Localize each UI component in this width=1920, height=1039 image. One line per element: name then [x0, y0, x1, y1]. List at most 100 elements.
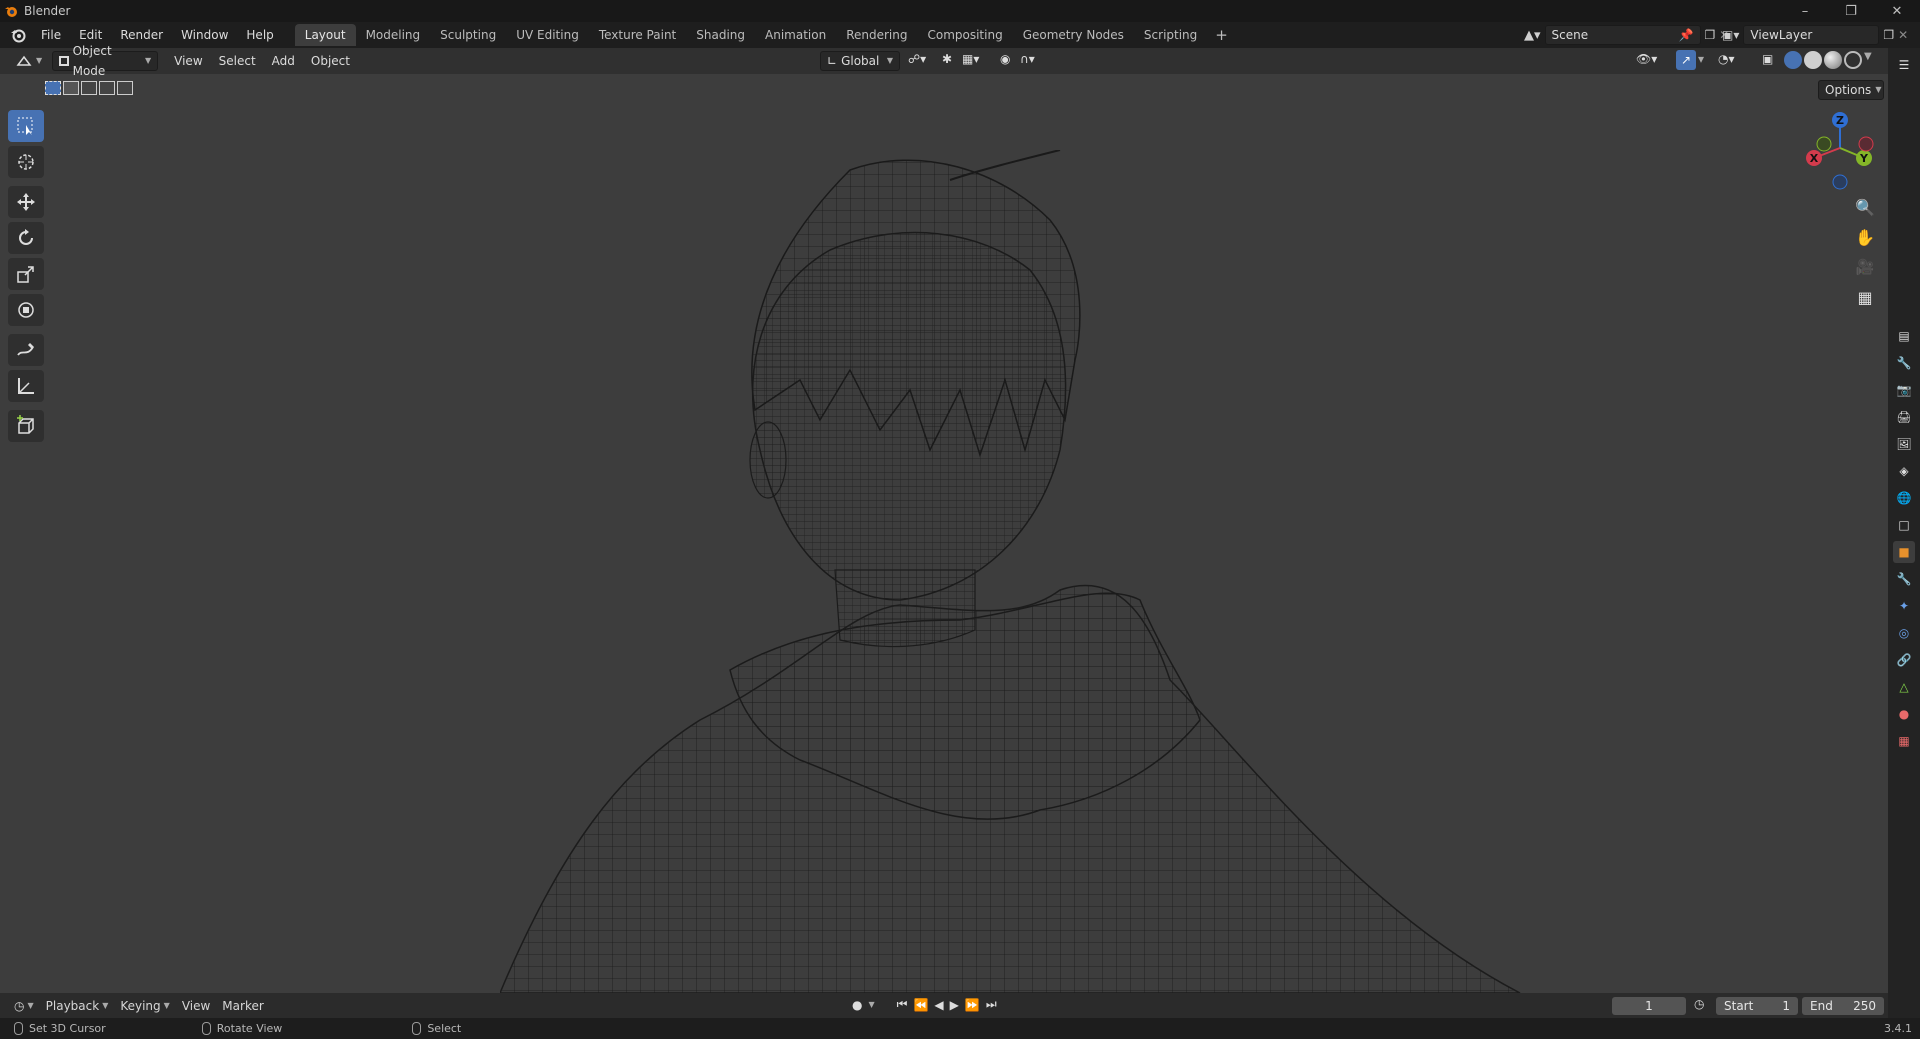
- select-menu[interactable]: Select: [213, 51, 262, 71]
- tab-modeling[interactable]: Modeling: [356, 24, 431, 46]
- cursor-tool[interactable]: [8, 146, 44, 178]
- collection-properties-icon[interactable]: □: [1893, 514, 1915, 536]
- scale-tool[interactable]: [8, 258, 44, 290]
- restore-icon[interactable]: ❐: [1828, 0, 1874, 22]
- start-frame-field[interactable]: Start 1: [1716, 997, 1798, 1015]
- physics-properties-icon[interactable]: ◎: [1893, 622, 1915, 644]
- marker-menu[interactable]: Marker: [216, 999, 269, 1013]
- constraint-properties-icon[interactable]: 🔗: [1893, 649, 1915, 671]
- modifier-properties-icon[interactable]: 🔧: [1893, 568, 1915, 590]
- new-scene-icon[interactable]: ❐: [1705, 28, 1716, 42]
- menu-file[interactable]: File: [32, 24, 70, 46]
- shading-dropdown-icon[interactable]: ▼: [1864, 51, 1872, 69]
- move-tool[interactable]: [8, 186, 44, 218]
- falloff-icon[interactable]: ∩▾: [1020, 52, 1035, 66]
- current-frame-field[interactable]: 1: [1612, 997, 1686, 1015]
- preview-range-icon[interactable]: ◷: [1694, 997, 1704, 1011]
- navigation-gizmo[interactable]: Z Y X: [1800, 108, 1880, 192]
- material-shading-icon[interactable]: [1824, 51, 1842, 69]
- properties-editor-icon[interactable]: ▤: [1893, 325, 1915, 347]
- material-properties-icon[interactable]: ●: [1893, 703, 1915, 725]
- tab-animation[interactable]: Animation: [755, 24, 836, 46]
- play-icon[interactable]: ▶: [950, 998, 959, 1012]
- tab-layout[interactable]: Layout: [294, 24, 356, 46]
- view-layer-field[interactable]: ViewLayer: [1743, 25, 1880, 45]
- tab-geometry-nodes[interactable]: Geometry Nodes: [1013, 24, 1134, 46]
- transform-tool[interactable]: [8, 294, 44, 326]
- record-dropdown-icon[interactable]: ▼: [868, 1000, 874, 1009]
- rotate-tool[interactable]: [8, 222, 44, 254]
- gizmo-dropdown-icon[interactable]: ▾: [1698, 52, 1704, 66]
- view-layer-properties-icon[interactable]: 🖼: [1893, 433, 1915, 455]
- scene-field[interactable]: Scene 📌: [1544, 25, 1701, 45]
- keying-menu[interactable]: Keying ▼: [114, 999, 175, 1013]
- zoom-view-button[interactable]: 🔍: [1851, 193, 1879, 221]
- select-extend-icon[interactable]: [63, 81, 79, 95]
- tab-shading[interactable]: Shading: [686, 24, 755, 46]
- prev-keyframe-icon[interactable]: ⏪: [913, 998, 928, 1012]
- particles-properties-icon[interactable]: ✦: [1893, 595, 1915, 617]
- world-properties-icon[interactable]: 🌐: [1893, 487, 1915, 509]
- outliner-icon[interactable]: ☰: [1893, 54, 1915, 76]
- overlays-icon[interactable]: ◔▾: [1718, 52, 1735, 66]
- tab-texture-paint[interactable]: Texture Paint: [589, 24, 686, 46]
- add-workspace-button[interactable]: +: [1207, 26, 1236, 44]
- camera-view-button[interactable]: 🎥: [1851, 253, 1879, 281]
- play-reverse-icon[interactable]: ◀: [934, 998, 943, 1012]
- close-icon[interactable]: ✕: [1874, 0, 1920, 22]
- snap-icon[interactable]: ✱: [942, 52, 952, 66]
- record-icon[interactable]: ●: [852, 998, 862, 1012]
- new-view-layer-icon[interactable]: ❐: [1883, 28, 1894, 42]
- transform-orientation-dropdown[interactable]: ∟ Global ▼: [820, 51, 900, 71]
- data-properties-icon[interactable]: △: [1893, 676, 1915, 698]
- tab-rendering[interactable]: Rendering: [836, 24, 917, 46]
- render-properties-icon[interactable]: 📷: [1893, 379, 1915, 401]
- pan-view-button[interactable]: ✋: [1851, 223, 1879, 251]
- select-invert-icon[interactable]: [99, 81, 115, 95]
- mode-dropdown[interactable]: Object Mode ▼: [52, 44, 159, 78]
- view-menu[interactable]: View: [168, 51, 208, 71]
- tab-sculpting[interactable]: Sculpting: [430, 24, 506, 46]
- delete-view-layer-icon[interactable]: ✕: [1898, 28, 1908, 42]
- object-properties-icon[interactable]: ■: [1893, 541, 1915, 563]
- pin-icon[interactable]: 📌: [1679, 28, 1694, 42]
- texture-properties-icon[interactable]: ▦: [1893, 730, 1915, 752]
- measure-tool[interactable]: [8, 370, 44, 402]
- blender-menu-icon[interactable]: [10, 27, 26, 43]
- next-keyframe-icon[interactable]: ⏩: [965, 998, 980, 1012]
- rendered-shading-icon[interactable]: [1844, 51, 1862, 69]
- playback-menu[interactable]: Playback ▼: [40, 999, 115, 1013]
- timeline-editor-type-button[interactable]: ◷ ▼: [8, 999, 40, 1013]
- wireframe-shading-icon[interactable]: [1784, 51, 1802, 69]
- add-cube-tool[interactable]: [8, 410, 44, 442]
- proportional-edit-icon[interactable]: ◉: [1000, 52, 1010, 66]
- tab-compositing[interactable]: Compositing: [917, 24, 1012, 46]
- options-dropdown[interactable]: Options ▼: [1818, 80, 1884, 100]
- tab-uv-editing[interactable]: UV Editing: [506, 24, 589, 46]
- menu-window[interactable]: Window: [172, 24, 237, 46]
- editor-type-button[interactable]: ▼: [10, 51, 48, 71]
- scene-properties-icon[interactable]: ◈: [1893, 460, 1915, 482]
- select-box-tool[interactable]: [8, 110, 44, 142]
- pivot-point-icon[interactable]: ☍▾: [908, 52, 926, 66]
- gizmo-toggle-icon[interactable]: ↗: [1676, 50, 1696, 70]
- add-menu[interactable]: Add: [266, 51, 301, 71]
- view-layer-type-icon[interactable]: ▣▾: [1722, 28, 1739, 42]
- tab-scripting[interactable]: Scripting: [1134, 24, 1207, 46]
- end-frame-field[interactable]: End 250: [1802, 997, 1884, 1015]
- menu-help[interactable]: Help: [237, 24, 282, 46]
- object-menu[interactable]: Object: [305, 51, 356, 71]
- xray-icon[interactable]: ▣: [1762, 52, 1773, 66]
- scene-type-icon[interactable]: ▲▾: [1524, 28, 1541, 43]
- snap-target-icon[interactable]: ▦▾: [962, 52, 979, 66]
- solid-shading-icon[interactable]: [1804, 51, 1822, 69]
- timeline-view-menu[interactable]: View: [176, 999, 216, 1013]
- minimize-icon[interactable]: –: [1782, 0, 1828, 22]
- select-intersect-icon[interactable]: [117, 81, 133, 95]
- toggle-perspective-button[interactable]: ▦: [1851, 283, 1879, 311]
- jump-start-icon[interactable]: ⏮: [897, 997, 908, 1012]
- jump-end-icon[interactable]: ⏭: [986, 997, 997, 1012]
- tool-properties-icon[interactable]: 🔧: [1893, 352, 1915, 374]
- select-subtract-icon[interactable]: [81, 81, 97, 95]
- select-new-icon[interactable]: [45, 81, 61, 95]
